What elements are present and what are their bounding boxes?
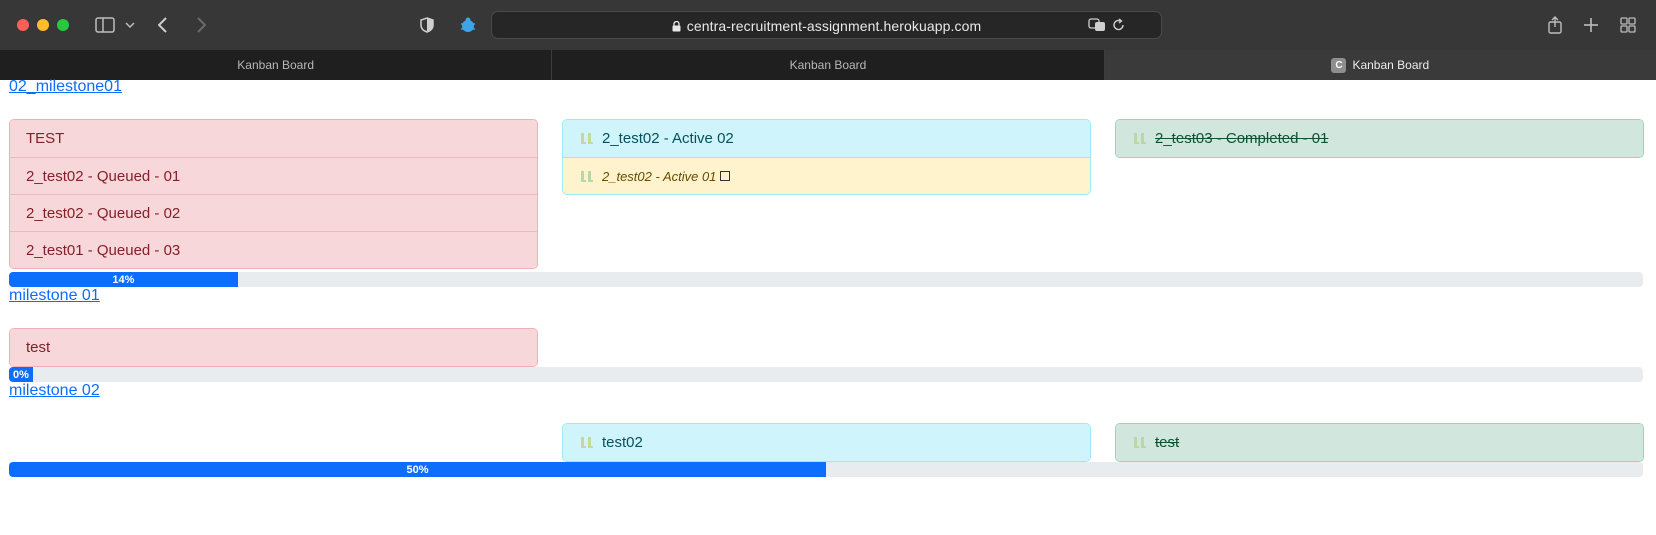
milestone-title-link[interactable]: 02_milestone01 bbox=[9, 78, 122, 96]
active-issue[interactable]: 2_test02 - Active 02 bbox=[563, 120, 1090, 157]
browser-tab[interactable]: Kanban Board bbox=[0, 50, 553, 80]
issue-title: test bbox=[26, 339, 51, 356]
address-bar[interactable]: centra-recruitment-assignment.herokuapp.… bbox=[491, 11, 1162, 39]
queued-column: test bbox=[9, 328, 538, 367]
milestone-title-link[interactable]: milestone 01 bbox=[9, 287, 100, 305]
tab-label: Kanban Board bbox=[237, 58, 315, 72]
minimize-window-button[interactable] bbox=[37, 19, 49, 31]
tab-label: Kanban Board bbox=[789, 58, 867, 72]
milestone-progress: 0% bbox=[9, 367, 1643, 382]
extension-bug-icon[interactable] bbox=[458, 13, 478, 37]
completed-issue[interactable]: 2_test03 - Completed - 01 bbox=[1116, 120, 1643, 157]
issue-title: test bbox=[1155, 434, 1180, 451]
issue-title: 2_test02 - Active 02 bbox=[602, 130, 734, 147]
forward-arrow-icon[interactable] bbox=[194, 13, 208, 37]
progress-bar-fill: 14% bbox=[9, 272, 238, 287]
queued-issue[interactable]: test bbox=[10, 329, 537, 366]
issue-title: 2_test02 - Queued - 02 bbox=[26, 204, 181, 222]
active-issue[interactable]: test02 bbox=[563, 424, 1090, 461]
browser-tab[interactable]: Kanban Board bbox=[552, 50, 1105, 80]
share-icon[interactable] bbox=[1546, 13, 1564, 37]
tab-bar: Kanban Board Kanban Board C Kanban Board bbox=[0, 50, 1656, 80]
queued-issue[interactable]: 2_test02 - Queued - 01 bbox=[10, 157, 537, 194]
active-column: 2_test02 - Active 02 2_test02 - Active 0… bbox=[562, 119, 1091, 195]
site-favicon: C bbox=[1331, 57, 1347, 73]
chevron-down-icon[interactable] bbox=[124, 13, 136, 37]
jira-icon bbox=[579, 435, 594, 450]
issue-title: 2_test01 - Queued - 03 bbox=[26, 241, 181, 259]
milestone-progress: 14% bbox=[9, 272, 1643, 287]
queued-column: TEST 2_test02 - Queued - 01 2_test02 - Q… bbox=[9, 119, 538, 269]
browser-tab-active[interactable]: C Kanban Board bbox=[1104, 50, 1656, 80]
maximize-window-button[interactable] bbox=[57, 19, 69, 31]
completed-column: 2_test03 - Completed - 01 bbox=[1115, 119, 1644, 158]
queued-issue[interactable]: 2_test02 - Queued - 02 bbox=[10, 194, 537, 231]
issue-title: test02 bbox=[602, 434, 643, 451]
progress-bar-fill: 0% bbox=[9, 367, 33, 382]
queued-issue[interactable]: 2_test01 - Queued - 03 bbox=[10, 231, 537, 268]
url-text: centra-recruitment-assignment.herokuapp.… bbox=[686, 18, 982, 34]
issue-title: 2_test03 - Completed - 01 bbox=[1155, 130, 1329, 147]
milestone-title-link[interactable]: milestone 02 bbox=[9, 382, 100, 400]
tab-overview-icon[interactable] bbox=[1619, 13, 1637, 37]
jira-icon bbox=[579, 169, 594, 184]
jira-icon bbox=[579, 131, 594, 146]
reload-icon[interactable] bbox=[1110, 13, 1126, 37]
milestone-progress: 50% bbox=[9, 462, 1643, 477]
tab-label: Kanban Board bbox=[1352, 58, 1430, 72]
issue-title: 2_test02 - Active 01 bbox=[602, 168, 717, 184]
lock-icon bbox=[672, 19, 681, 35]
back-arrow-icon[interactable] bbox=[156, 13, 170, 37]
privacy-shield-icon[interactable] bbox=[418, 13, 436, 37]
issue-title: TEST bbox=[26, 130, 65, 147]
progress-bar-fill: 50% bbox=[9, 462, 826, 477]
queued-issue[interactable]: TEST bbox=[10, 120, 537, 157]
issue-title: 2_test02 - Queued - 01 bbox=[26, 167, 181, 185]
sidebar-toggle-icon[interactable] bbox=[94, 13, 116, 37]
close-window-button[interactable] bbox=[17, 19, 29, 31]
jira-icon bbox=[1132, 435, 1147, 450]
jira-icon bbox=[1132, 131, 1147, 146]
new-tab-plus-icon[interactable] bbox=[1582, 13, 1600, 37]
browser-toolbar: centra-recruitment-assignment.herokuapp.… bbox=[0, 0, 1656, 50]
active-column: test02 bbox=[562, 423, 1091, 462]
translate-icon[interactable] bbox=[1087, 13, 1107, 37]
active-subtask[interactable]: 2_test02 - Active 01 bbox=[563, 157, 1090, 194]
checkbox-icon[interactable] bbox=[720, 171, 731, 181]
completed-issue[interactable]: test bbox=[1116, 424, 1643, 461]
completed-column: test bbox=[1115, 423, 1644, 462]
